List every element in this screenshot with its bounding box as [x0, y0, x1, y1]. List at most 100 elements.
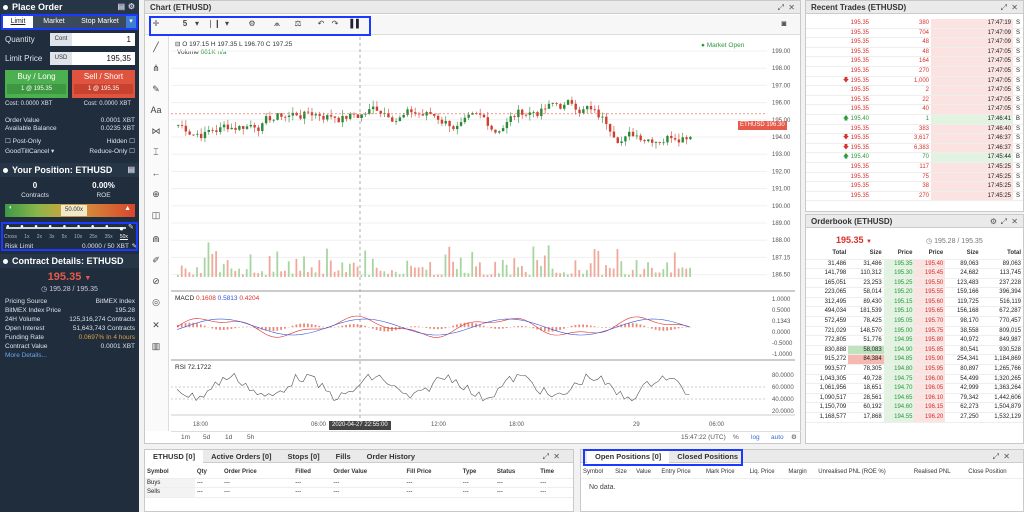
close-icon[interactable]: ✕	[995, 450, 1018, 463]
trade-price: 195.35	[806, 181, 871, 192]
volume-bar	[582, 273, 584, 277]
orderbook-row[interactable]: 572,459 78,425 195.05 195.70 98,170 770,457	[806, 316, 1023, 327]
tab-fills[interactable]: Fills	[328, 450, 359, 463]
orderbook-row[interactable]: 1,090,517 28,561 194.65 196.10 79,342 1,442,6…	[806, 393, 1023, 404]
pin-icon[interactable]: ✐	[149, 253, 163, 267]
gear-icon[interactable]: ⚙	[990, 215, 997, 228]
measure-tool-icon[interactable]: ⌶	[149, 145, 163, 159]
reduce-only-option[interactable]: Reduce-Only ☐	[89, 147, 135, 156]
orderbook-cell: 195.20	[883, 287, 915, 298]
orderbook-row[interactable]: 721,029 148,570 195.00 195.75 38,558 809,015	[806, 326, 1023, 337]
close-icon[interactable]: ✕	[545, 450, 568, 463]
lev-tick[interactable]: 10x	[74, 234, 82, 240]
tab-active-orders[interactable]: Active Orders [0]	[203, 450, 279, 463]
order-sidebar: Place Order ▤ ⚙ Limit Market Stop Market…	[0, 0, 139, 512]
macd-hist-bar	[272, 327, 275, 332]
orderbook-row[interactable]: 830,888 58,083 194.90 195.85 80,541 930,528	[806, 345, 1023, 356]
chart-area[interactable]: ⊟ O 197.15 H 197.35 L 196.70 C 197.25 Vo…	[171, 37, 795, 430]
orderbook-row[interactable]: 1,061,956 18,651 194.70 196.05 42,999 1,363,2…	[806, 383, 1023, 394]
range-5h[interactable]: 5h	[247, 434, 254, 441]
orderbook-row[interactable]: 312,495 89,430 195.15 195.60 119,725 516,119	[806, 297, 1023, 308]
macd-hist-bar	[230, 327, 233, 329]
pencil-icon[interactable]: ✎	[132, 242, 137, 251]
close-icon[interactable]: ✕	[1011, 215, 1018, 228]
brush-tool-icon[interactable]: ✎	[149, 82, 163, 96]
arrow-left-icon[interactable]: ←	[149, 166, 163, 180]
range-1d[interactable]: 1d	[225, 434, 232, 441]
positions-table: Symbol Size Value Entry Price Mark Price Liq.…	[581, 468, 1023, 479]
close-icon[interactable]: ✕	[788, 1, 795, 14]
trash-icon[interactable]: ▥	[149, 339, 163, 353]
pencil-icon[interactable]: ✎	[128, 223, 134, 231]
tools-icon[interactable]: ✕	[149, 318, 163, 332]
orders-row: Buys --- --- --- --- --- --- --- ---	[145, 478, 573, 489]
hidden-option[interactable]: Hidden ☐	[107, 137, 135, 146]
lev-tick[interactable]: 25x	[89, 234, 97, 240]
quantity-input[interactable]: 1	[72, 33, 135, 46]
close-icon[interactable]: ✕	[1011, 1, 1018, 14]
lev-tick[interactable]: 5x	[62, 234, 67, 240]
range-5d[interactable]: 5d	[203, 434, 210, 441]
lev-tick[interactable]: Cross	[4, 234, 17, 240]
orderbook-row[interactable]: 494,034 181,539 195.10 195.65 156,168 672,287	[806, 306, 1023, 318]
line-tool-icon[interactable]: ╱	[149, 40, 163, 54]
expand-icon[interactable]: ⤢	[778, 1, 784, 14]
lev-tick[interactable]: 3x	[49, 234, 54, 240]
log-toggle[interactable]: log	[751, 434, 760, 441]
candle-body	[356, 114, 360, 118]
eye-icon[interactable]: ◎	[149, 295, 163, 309]
range-1m[interactable]: 1m	[181, 434, 190, 441]
list-icon[interactable]: ▤	[127, 163, 135, 177]
orderbook-row[interactable]: 1,168,577 17,868 194.55 196.20 27,250 1,532,1…	[806, 412, 1023, 423]
pattern-tool-icon[interactable]: ⋈	[149, 124, 163, 138]
text-tool-icon[interactable]: Aa	[149, 103, 163, 117]
volume-bar	[494, 261, 497, 277]
orderbook-row[interactable]: 993,577 78,305 194.80 195.95 80,897 1,265,766	[806, 364, 1023, 375]
macd-hist-bar	[524, 326, 527, 328]
orderbook-row[interactable]: 1,150,709 60,192 194.60 196.15 62,273 1,504,8…	[806, 402, 1023, 413]
expand-icon[interactable]: ⤢	[1001, 1, 1007, 14]
collapse-dot-icon[interactable]	[3, 168, 8, 173]
gear-icon[interactable]: ⚙	[128, 0, 135, 14]
tab-ethusd[interactable]: ETHUSD [0]	[145, 450, 204, 463]
orderbook-cell: 49,728	[848, 374, 884, 385]
collapse-dot-icon[interactable]	[3, 5, 8, 10]
tab-stops[interactable]: Stops [0]	[280, 450, 328, 463]
zoom-icon[interactable]: ⊕	[149, 187, 163, 201]
camera-icon[interactable]: ◙	[777, 17, 791, 31]
lev-tick[interactable]: 2x	[37, 234, 42, 240]
magnet-icon[interactable]: ⋒	[149, 232, 163, 246]
buy-long-button[interactable]: Buy / Long 1 @ 195.35	[5, 70, 68, 98]
orderbook-row[interactable]: 223,065 58,014 195.20 195.55 159,166 396,394	[806, 287, 1023, 298]
gear-icon[interactable]: ⚙	[791, 433, 797, 441]
percent-toggle[interactable]: %	[733, 434, 739, 441]
lock-icon[interactable]: ⊘	[149, 274, 163, 288]
lev-tick[interactable]: 35x	[105, 234, 113, 240]
orderbook-row[interactable]: 772,805 51,776 194.95 195.80 40,972 849,987	[806, 335, 1023, 346]
sell-short-button[interactable]: Sell / Short 1 @ 195.35	[72, 70, 135, 98]
orderbook-row[interactable]: 165,051 23,253 195.25 195.50 123,483 237,228	[806, 278, 1023, 289]
fork-tool-icon[interactable]: ⋔	[149, 61, 163, 75]
lev-tick[interactable]: 50x	[120, 234, 128, 240]
lev-tick[interactable]: 1x	[24, 234, 29, 240]
post-only-checkbox[interactable]: ☐	[5, 138, 13, 145]
expand-icon[interactable]: ⤢	[1001, 215, 1007, 228]
trade-time: 17:45:25	[931, 191, 1013, 202]
list-icon[interactable]: ▤	[117, 0, 125, 14]
chevron-down-icon[interactable]: ▾	[49, 148, 54, 155]
more-details-link[interactable]: More Details...	[5, 351, 135, 360]
auto-toggle[interactable]: auto	[771, 434, 784, 441]
ruler-icon[interactable]: ◫	[149, 208, 163, 222]
orders-cell: ---	[331, 478, 405, 489]
orderbook-row[interactable]: 31,486 31,486 195.35 195.40 89,063 89,063	[806, 259, 1023, 270]
tab-order-history[interactable]: Order History	[359, 450, 423, 463]
collapse-dot-icon[interactable]	[3, 259, 8, 264]
contract-row-value: 125,316,274 Contracts	[69, 316, 135, 323]
orderbook-row[interactable]: 1,043,305 49,728 194.75 196.00 54,499 1,320,2…	[806, 374, 1023, 385]
orderbook-row[interactable]: 141,798 110,312 195.30 195.45 24,682 113,745	[806, 268, 1023, 279]
limit-price-input[interactable]: 195,35	[72, 52, 135, 65]
slider-handle[interactable]: ●	[119, 224, 124, 233]
trade-size: 380	[871, 19, 931, 29]
orderbook-row[interactable]: 915,272 84,384 194.85 195.90 254,341 1,184,86…	[806, 354, 1023, 366]
gtc-select[interactable]: GoodTillCancel	[5, 148, 49, 155]
